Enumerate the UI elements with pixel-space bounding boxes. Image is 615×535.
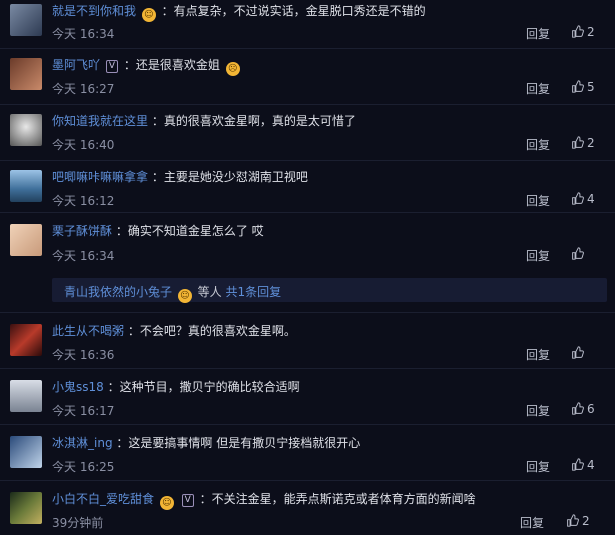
comment-text: ：不会吧？真的很喜欢金星啊。 [127, 324, 296, 338]
thumbs-up-icon [572, 346, 584, 359]
thumbs-up-icon [572, 402, 584, 415]
comment-text: ：主要是她没少怼湖南卫视吧 [151, 170, 308, 184]
smile-emoji-icon: ☺ [159, 496, 174, 510]
comment-item: 就是不到你和我 ☺ ：有点复杂，不过说实话，金星脱口秀还是不错的 今天 16:3… [0, 0, 615, 49]
like-button[interactable]: 2 [566, 514, 590, 528]
username[interactable]: 小鬼ss18 [52, 380, 104, 394]
avatar[interactable] [10, 58, 42, 90]
avatar[interactable] [10, 114, 42, 146]
timestamp: 今天 16:34 [52, 27, 115, 41]
comment-item: 小白不白_爱吃甜食 ☺ V ：不关注金星，能弄点斯诺克或者体育方面的新闻啥 39… [0, 480, 615, 535]
like-button[interactable]: 2 [571, 25, 595, 39]
reply-button[interactable]: 回复 [526, 80, 550, 97]
avatar[interactable] [10, 380, 42, 412]
username[interactable]: 小白不白_爱吃甜食 [52, 492, 154, 506]
like-count: 2 [582, 514, 590, 528]
worried-emoji-icon: ☹ [225, 62, 240, 76]
comment-item: 吧唧嘛咔嘛嘛拿拿 ：主要是她没少怼湖南卫视吧 今天 16:12 回复 4 [0, 160, 615, 213]
timestamp: 今天 16:12 [52, 194, 115, 208]
vip-badge: V [181, 494, 194, 507]
reply-button[interactable]: 回复 [526, 192, 550, 209]
timestamp: 今天 16:36 [52, 348, 115, 362]
thumbs-up-icon [572, 192, 584, 205]
avatar[interactable] [10, 224, 42, 256]
comment-item: 你知道我就在这里 ：真的很喜欢金星啊，真的是太可惜了 今天 16:40 回复 2 [0, 104, 615, 161]
thumbs-up-icon [572, 247, 584, 260]
avatar[interactable] [10, 436, 42, 468]
thumbs-up-icon [572, 458, 584, 471]
vip-badge: V [105, 60, 119, 73]
like-button[interactable]: 4 [571, 458, 595, 472]
like-count: 2 [587, 25, 595, 39]
thumbs-up-icon [572, 25, 584, 38]
comment-text: ：这是要搞事情啊 但是有撒贝宁接档就很开心 [116, 436, 361, 450]
avatar[interactable] [10, 324, 42, 356]
comment-text: ：有点复杂，不过说实话，金星脱口秀还是不错的 [161, 4, 426, 18]
smile-emoji-icon: ☺ [141, 8, 156, 22]
comment-item: 冰淇淋_ing ：这是要搞事情啊 但是有撒贝宁接档就很开心 今天 16:25 回… [0, 424, 615, 481]
reply-button[interactable]: 回复 [526, 136, 550, 153]
username[interactable]: 冰淇淋_ing [52, 436, 113, 450]
username[interactable]: 你知道我就在这里 [52, 114, 148, 128]
like-count: 5 [587, 80, 595, 94]
username[interactable]: 栗子酥饼酥 [52, 224, 112, 238]
username[interactable]: 就是不到你和我 [52, 4, 136, 18]
comment-item: 此生从不喝粥 ：不会吧？真的很喜欢金星啊。 今天 16:36 回复 [0, 312, 615, 369]
like-button[interactable] [571, 346, 587, 360]
timestamp: 今天 16:17 [52, 404, 115, 418]
comment-item: 墨阿飞吖 V ：还是很喜欢金姐 ☹ 今天 16:27 回复 5 [0, 48, 615, 105]
like-button[interactable]: 6 [571, 402, 595, 416]
like-count: 6 [587, 402, 595, 416]
like-button[interactable] [571, 247, 587, 261]
username[interactable]: 吧唧嘛咔嘛嘛拿拿 [52, 170, 148, 184]
like-button[interactable]: 5 [571, 80, 595, 94]
reply-button[interactable]: 回复 [526, 25, 550, 42]
comment-text: ：真的很喜欢金星啊，真的是太可惜了 [151, 114, 356, 128]
like-button[interactable]: 4 [571, 192, 595, 206]
comment-item: 小鬼ss18 ：这种节目，撒贝宁的确比较合适啊 今天 16:17 回复 6 [0, 368, 615, 425]
timestamp: 今天 16:40 [52, 138, 115, 152]
thumbs-up-icon [572, 136, 584, 149]
username[interactable]: 此生从不喝粥 [52, 324, 124, 338]
avatar[interactable] [10, 170, 42, 202]
reply-button[interactable]: 回复 [526, 458, 550, 475]
comment-list: 就是不到你和我 ☺ ：有点复杂，不过说实话，金星脱口秀还是不错的 今天 16:3… [0, 0, 615, 535]
like-count: 4 [587, 458, 595, 472]
like-count: 2 [587, 136, 595, 150]
comment-text: ：还是很喜欢金姐 [123, 58, 220, 72]
sub-reply-box[interactable]: 青山我依然的小兔子 ☺ 等人 共1条回复 [52, 278, 607, 303]
reply-button[interactable]: 回复 [520, 514, 544, 531]
sub-reply-user[interactable]: 青山我依然的小兔子 [64, 285, 172, 299]
thumbs-up-icon [572, 80, 584, 93]
like-button[interactable]: 2 [571, 136, 595, 150]
reply-button[interactable]: 回复 [526, 402, 550, 419]
like-count: 4 [587, 192, 595, 206]
sub-reply-count-link[interactable]: 共1条回复 [226, 285, 282, 299]
thumbs-up-icon [567, 514, 579, 527]
avatar[interactable] [10, 492, 42, 524]
comment-text: ：不关注金星，能弄点斯诺克或者体育方面的新闻啥 [199, 492, 476, 506]
timestamp: 今天 16:34 [52, 249, 115, 263]
timestamp: 39分钟前 [52, 516, 104, 530]
comment-text: ：确实不知道金星怎么了 哎 [115, 224, 264, 238]
reply-button[interactable]: 回复 [526, 346, 550, 363]
avatar[interactable] [10, 4, 42, 36]
sub-reply-mid: 等人 [197, 285, 226, 299]
timestamp: 今天 16:25 [52, 460, 115, 474]
username[interactable]: 墨阿飞吖 [52, 58, 100, 72]
reply-button[interactable]: 回复 [526, 247, 550, 264]
smile-emoji-icon: ☺ [177, 289, 192, 303]
timestamp: 今天 16:27 [52, 82, 115, 96]
comment-text: ：这种节目，撒贝宁的确比较合适啊 [107, 380, 300, 394]
